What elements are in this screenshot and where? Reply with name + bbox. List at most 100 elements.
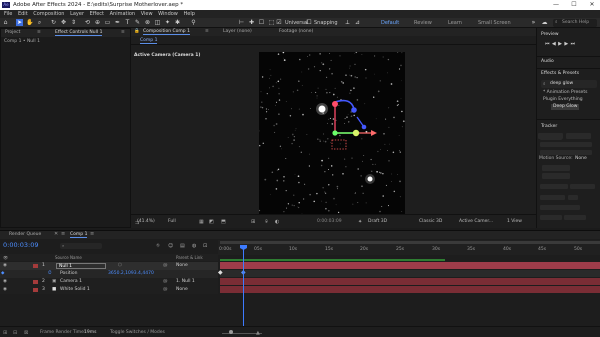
layer-row-null-1[interactable]: ◉ 1 Null 1 ⬡ @ None <box>0 262 218 270</box>
origin-handle[interactable] <box>332 130 338 136</box>
timeline-timecode[interactable]: 0:00:03:09 <box>3 241 39 249</box>
motion-blur-icon[interactable]: ◍ <box>192 243 196 249</box>
position-value[interactable]: 3650.2,1093.4,4470 <box>108 270 154 278</box>
tab-comp-1-timeline[interactable]: Comp 1 <box>70 231 88 238</box>
draft-3d-label[interactable]: Draft 3D <box>368 219 387 224</box>
keyframe-handle[interactable] <box>361 124 367 130</box>
type-tool-icon[interactable]: T <box>124 19 131 26</box>
rotate-tool-icon[interactable]: ⟲ <box>84 19 91 26</box>
transparency-icon[interactable]: ⬒ <box>221 219 226 225</box>
local-axis-icon[interactable]: ☐ <box>258 19 265 26</box>
layer-bar-camera-1[interactable] <box>220 278 600 285</box>
column-source-name[interactable]: Source Name <box>55 254 82 261</box>
zoom-slider-handle[interactable] <box>229 330 233 334</box>
view-dropdown[interactable]: Active Camer... <box>459 219 493 224</box>
selection-tool-icon[interactable]: ➤ <box>16 19 23 26</box>
layer-name[interactable]: Null 1 <box>56 263 106 269</box>
visibility-icon[interactable]: ◉ <box>3 286 7 294</box>
draft-3d-icon[interactable]: ⛗ <box>156 243 160 249</box>
tab-project[interactable]: Project <box>5 29 20 36</box>
effects-search-input[interactable]: ⌕ deep glow <box>541 80 597 88</box>
tab-comp-1[interactable]: Comp 1 <box>140 38 158 44</box>
menu-window[interactable]: Window <box>158 10 178 18</box>
menu-animation[interactable]: Animation <box>110 10 136 18</box>
last-frame-icon[interactable]: ⏭ <box>571 41 578 47</box>
workspace-review[interactable]: Review <box>414 18 432 28</box>
zoom-tool-icon[interactable]: ⌕ <box>36 19 43 26</box>
search-help-field[interactable]: ⌕ Search Help <box>553 19 597 27</box>
toggle-switches-modes[interactable]: Toggle Switches / Modes <box>110 330 165 335</box>
tab-footage[interactable]: Footage (none) <box>279 28 313 35</box>
mask-icon[interactable]: ◩ <box>209 219 214 225</box>
pan-tool-icon[interactable]: ✥ <box>60 19 67 26</box>
close-button[interactable]: ✕ <box>584 0 600 10</box>
menu-effect[interactable]: Effect <box>90 10 104 18</box>
menu-file[interactable]: File <box>4 10 12 18</box>
visibility-icon[interactable]: ◉ <box>3 278 7 286</box>
tree-animation-presets[interactable]: * Animation Presets <box>543 90 587 95</box>
lock-icon[interactable]: 🔒 <box>134 28 140 35</box>
menu-composition[interactable]: Composition <box>33 10 64 18</box>
resolution-dropdown[interactable]: Full <box>168 219 176 224</box>
show-snapshot-icon[interactable]: ◐ <box>275 219 279 225</box>
zoom-value[interactable]: (41.4%) <box>137 219 155 224</box>
panel-menu-icon[interactable]: ≡ <box>205 28 209 35</box>
parent-dropdown[interactable]: None <box>176 262 188 270</box>
tab-effect-controls[interactable]: Effect Controls Null 1 <box>55 29 103 36</box>
views-dropdown[interactable]: 1 View <box>507 219 522 224</box>
parent-dropdown[interactable]: None <box>176 286 188 294</box>
label-color-swatch[interactable] <box>33 264 38 268</box>
pickwhip-icon[interactable]: @ <box>163 278 168 286</box>
menu-edit[interactable]: Edit <box>18 10 28 18</box>
pin-tool-icon[interactable]: ⚲ <box>190 19 197 26</box>
layer-name[interactable]: White Solid 1 <box>60 286 90 294</box>
fast-preview-icon[interactable]: ✦ <box>358 219 362 225</box>
tab-render-queue[interactable]: Render Queue <box>9 231 41 238</box>
camera-snapshot-icon[interactable]: ⌾ <box>265 219 268 225</box>
timeline-search-input[interactable]: ⌕ <box>60 243 102 249</box>
panel-menu-icon[interactable]: ≡ <box>90 231 94 238</box>
pickwhip-icon[interactable]: @ <box>163 262 168 270</box>
first-frame-icon[interactable]: ⏮ <box>545 41 552 47</box>
tab-composition[interactable]: Composition Comp 1 <box>143 28 190 35</box>
anchor-tool-icon[interactable]: ⊕ <box>94 19 101 26</box>
align-left-icon[interactable]: ⊢ <box>238 19 245 26</box>
tab-layer[interactable]: Layer (none) <box>223 28 252 35</box>
pen-tool-icon[interactable]: ✒ <box>114 19 121 26</box>
layer-bar-white-solid-1[interactable] <box>220 286 600 293</box>
tree-plugin-everything[interactable]: Plugin Everything <box>543 97 583 102</box>
visibility-icon[interactable]: ◉ <box>3 262 7 270</box>
tree-deep-glow[interactable]: Deep Glow <box>551 104 580 110</box>
layer-name[interactable]: Camera 1 <box>60 278 82 286</box>
column-parent[interactable]: Parent & Link <box>176 254 203 261</box>
layer-row-camera-1[interactable]: ◉ 2 ▣ Camera 1 @ 1. Null 1 <box>0 278 218 286</box>
y-axis-handle[interactable] <box>332 101 338 107</box>
zoom-in-icon[interactable]: ▲ <box>256 330 260 336</box>
menu-help[interactable]: Help <box>183 10 194 18</box>
workspace-default[interactable]: Default <box>381 18 399 28</box>
3d-layer-icon[interactable]: ⬡ <box>118 262 122 270</box>
layer-row-white-solid-1[interactable]: ◉ 3 ■ White Solid 1 @ None <box>0 286 218 294</box>
stopwatch-icon[interactable]: ⏱ <box>48 270 52 278</box>
keyframe-nav-icon[interactable]: ◆ <box>1 270 4 278</box>
world-axis-icon[interactable]: ⬚ <box>268 19 275 26</box>
z-axis-handle[interactable] <box>352 129 360 137</box>
keyframe-icon[interactable]: ◆ <box>218 269 223 276</box>
cloud-sync-icon[interactable]: ☁ <box>541 19 548 26</box>
renderer-dropdown[interactable]: Classic 3D <box>419 219 442 224</box>
rectangle-tool-icon[interactable]: ▭ <box>104 19 111 26</box>
puppet-tool-icon[interactable]: ✱ <box>174 19 181 26</box>
pickwhip-icon[interactable]: @ <box>163 286 168 294</box>
frame-blend-icon[interactable]: ▤ <box>180 243 185 249</box>
parent-dropdown[interactable]: 1. Null 1 <box>176 278 195 286</box>
panel-menu-icon[interactable]: ≡ <box>121 29 125 36</box>
home-icon[interactable]: ⌂ <box>2 19 9 26</box>
menu-layer[interactable]: Layer <box>70 10 84 18</box>
shy-icon[interactable]: ☺ <box>168 243 173 249</box>
collapse-icon[interactable]: ⊟ <box>13 330 17 336</box>
eraser-tool-icon[interactable]: ◫ <box>154 19 161 26</box>
current-time-display[interactable]: 0:00:03:09 <box>317 219 342 224</box>
maximize-button[interactable]: ☐ <box>566 0 582 10</box>
workspace-small-screen[interactable]: Small Screen <box>478 18 511 28</box>
in-out-icon[interactable]: ⊠ <box>24 330 28 336</box>
